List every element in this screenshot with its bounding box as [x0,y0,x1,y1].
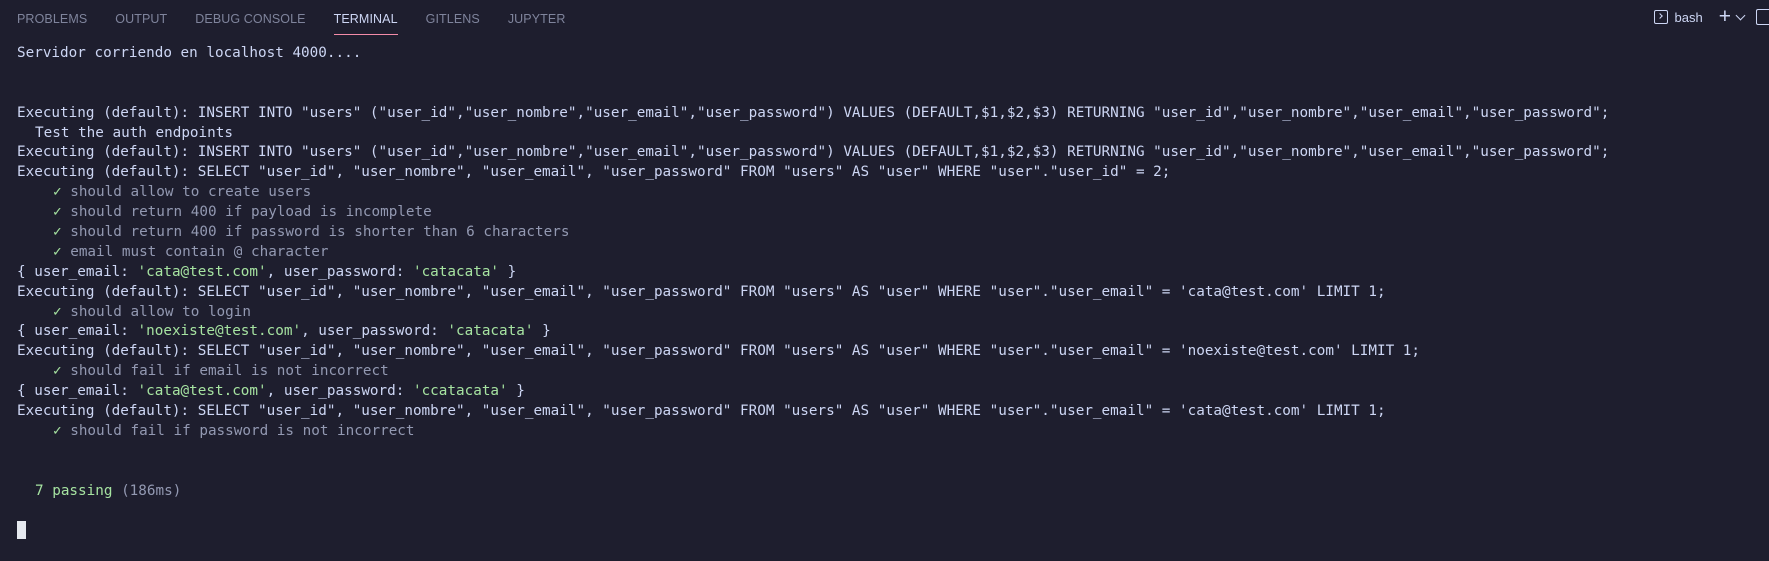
log-text: } [507,383,525,400]
plus-icon[interactable]: + [1719,6,1731,27]
split-terminal-icon[interactable] [1756,9,1769,25]
panel-tabs: PROBLEMS OUTPUT DEBUG CONSOLE TERMINAL G… [17,0,593,36]
tab-terminal[interactable]: TERMINAL [333,0,398,35]
chevron-down-icon[interactable] [1735,10,1746,20]
check-icon: ✓ [53,243,62,260]
terminal-panel: PROBLEMS OUTPUT DEBUG CONSOLE TERMINAL G… [0,0,1769,561]
log-text: { user_email: [17,263,138,280]
terminal-line: Executing (default): SELECT "user_id", "… [17,403,1386,420]
test-result: ✓ email must contain @ character [17,243,1769,263]
terminal-line: Servidor corriendo en localhost 4000.... [17,45,362,61]
test-result: ✓ should fail if password is not incorre… [17,422,1769,442]
test-result: ✓ should fail if email is not incorrect [17,362,1769,382]
log-text: } [499,263,517,280]
passing-time: (186ms) [121,482,182,499]
test-name: should return 400 if password is shorter… [70,224,570,241]
terminal-line: Executing (default): SELECT "user_id", "… [17,343,1421,360]
terminal-line: Executing (default): INSERT INTO "users"… [17,144,1610,161]
check-icon: ✓ [53,184,62,201]
log-text: } [533,323,551,340]
test-name: should return 400 if payload is incomple… [70,204,432,221]
log-text: , user_password: [266,263,413,280]
test-name: email must contain @ character [70,243,329,260]
terminal-line: Executing (default): INSERT INTO "users"… [17,104,1610,121]
log-string: 'ccatacata' [412,383,508,400]
log-text: { user_email: [17,383,138,400]
test-result: ✓ should allow to create users [17,183,1769,203]
log-text: , user_password: [266,383,413,400]
log-object: { user_email: 'cata@test.com', user_pass… [17,382,1769,402]
log-string: 'cata@test.com' [137,263,267,280]
test-result: ✓ should allow to login [17,303,1769,323]
tab-problems[interactable]: PROBLEMS [17,0,87,36]
terminal-line: Executing (default): SELECT "user_id", "… [17,283,1386,300]
check-icon: ✓ [53,303,62,320]
log-text: , user_password: [301,323,448,340]
shell-selector[interactable]: bash [1675,10,1703,25]
test-result: ✓ should return 400 if payload is incomp… [17,203,1769,223]
log-text: { user_email: [17,323,138,340]
check-icon: ✓ [53,422,62,439]
test-name: should fail if password is not incorrect [70,422,415,439]
tab-debug-console[interactable]: DEBUG CONSOLE [195,0,305,36]
passing-summary: 7 passing (186ms) [17,482,1769,502]
tab-gitlens[interactable]: GITLENS [426,0,480,36]
log-object: { user_email: 'noexiste@test.com', user_… [17,322,1769,342]
terminal-actions: bash + [1653,6,1769,27]
prompt-line[interactable] [17,521,1769,541]
log-string: 'cata@test.com' [137,383,267,400]
test-result: ✓ should return 400 if password is short… [17,223,1769,243]
test-suite-title: Test the auth endpoints [35,124,233,141]
check-icon: ✓ [53,204,62,221]
test-name: should allow to login [70,303,251,320]
log-object: { user_email: 'cata@test.com', user_pass… [17,263,1769,283]
terminal-icon[interactable] [1653,10,1668,24]
log-string: 'catacata' [447,323,534,340]
test-name: should allow to create users [70,184,312,201]
check-icon: ✓ [53,363,62,380]
panel-tab-bar: PROBLEMS OUTPUT DEBUG CONSOLE TERMINAL G… [0,0,1769,38]
terminal-cursor [17,521,26,540]
terminal-output[interactable]: Servidor corriendo en localhost 4000....… [17,44,1769,541]
log-string: 'noexiste@test.com' [137,323,302,340]
terminal-line: Executing (default): SELECT "user_id", "… [17,164,1171,181]
passing-count: 7 passing [35,482,113,499]
check-icon: ✓ [53,224,62,241]
log-string: 'catacata' [412,263,500,280]
test-name: should fail if email is not incorrect [70,363,389,380]
tab-output[interactable]: OUTPUT [115,0,167,36]
tab-jupyter[interactable]: JUPYTER [508,0,566,36]
